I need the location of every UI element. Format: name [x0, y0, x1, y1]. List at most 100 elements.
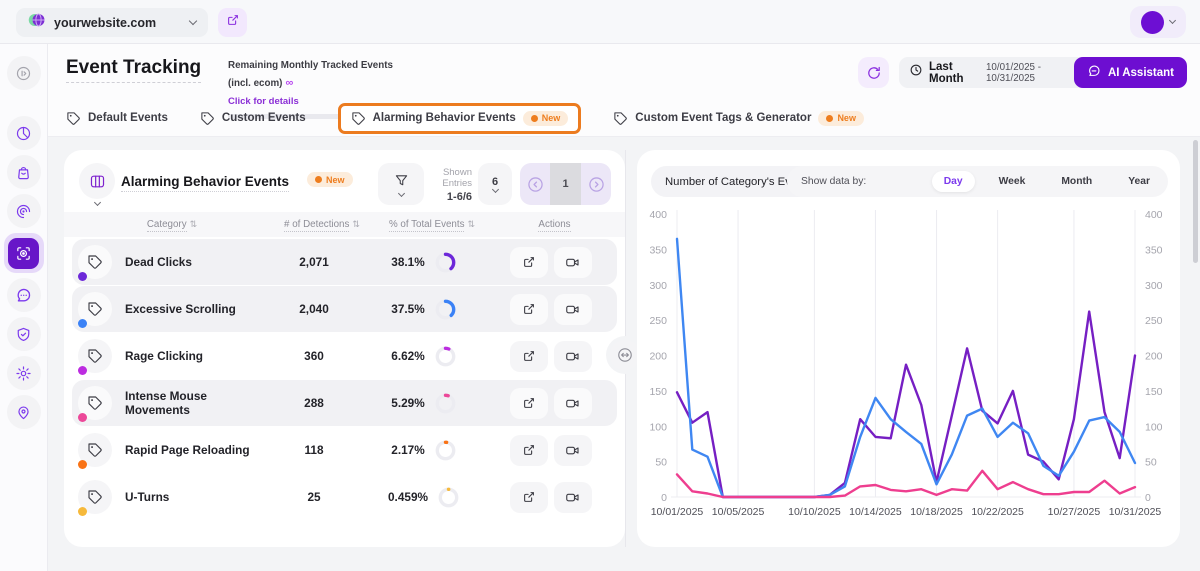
tab-label: Custom Events [222, 112, 306, 124]
tag-icon [200, 111, 215, 126]
page-size-selector[interactable]: 6 [478, 163, 512, 205]
watch-recordings-button[interactable] [554, 247, 592, 278]
watch-recordings-button[interactable] [554, 294, 592, 325]
detections-value: 25 [264, 490, 364, 504]
panel-view-switcher[interactable] [78, 163, 116, 207]
panel-title: Alarming Behavior Events [121, 174, 289, 192]
svg-text:300: 300 [649, 280, 667, 292]
open-events-button[interactable] [510, 435, 548, 466]
account-menu[interactable] [1130, 6, 1186, 38]
swirl-icon [15, 203, 32, 220]
category-color-dot [78, 460, 87, 469]
svg-text:200: 200 [1145, 351, 1163, 363]
sidebar-item-feedback[interactable] [7, 278, 41, 312]
tag-icon [351, 111, 366, 126]
detections-value: 360 [264, 349, 364, 363]
category-color-dot [78, 413, 87, 422]
open-events-button[interactable] [510, 294, 548, 325]
active-tab-highlight-box: Alarming Behavior EventsNew [338, 103, 582, 134]
sidebar-item-analytics[interactable] [7, 116, 41, 150]
percent-donut-icon [434, 392, 457, 415]
granularity-month[interactable]: Month [1049, 171, 1104, 192]
table-row-excessive-scrolling[interactable]: Excessive Scrolling 2,040 37.5% [72, 286, 617, 332]
site-selector[interactable]: yourwebsite.com [16, 8, 208, 37]
percent-value: 5.29% [391, 396, 424, 410]
svg-text:50: 50 [655, 457, 667, 469]
table-row-u-turns[interactable]: U-Turns 25 0.459% [72, 474, 617, 520]
series-intense-mouse-movements [677, 471, 1135, 497]
sidebar-item-event-tracking[interactable] [4, 233, 44, 273]
next-page-button[interactable] [581, 175, 611, 194]
tab-label: Default Events [88, 112, 168, 124]
granularity-year[interactable]: Year [1116, 171, 1162, 192]
granularity-week[interactable]: Week [987, 171, 1038, 192]
svg-text:10/10/2025: 10/10/2025 [788, 506, 841, 518]
svg-text:150: 150 [1145, 386, 1163, 398]
prev-page-button[interactable] [520, 175, 550, 194]
pie-icon [15, 125, 32, 142]
shown-entries: Shown Entries 1-6/6 [416, 167, 472, 203]
table-row-rapid-page-reloading[interactable]: Rapid Page Reloading 118 2.17% [72, 427, 617, 473]
sidebar-item-settings[interactable] [7, 356, 41, 390]
ai-assistant-button[interactable]: AI Assistant [1074, 57, 1187, 88]
detections-value: 2,040 [264, 302, 364, 316]
column-header-category[interactable]: Category⇅ [72, 219, 272, 230]
content-area: Alarming Behavior Events New Shown Entri… [48, 137, 1200, 571]
svg-text:100: 100 [649, 421, 667, 433]
table-row-rage-clicking[interactable]: Rage Clicking 360 6.62% [72, 333, 617, 379]
column-header--of-detections[interactable]: # of Detections⇅ [272, 219, 372, 230]
refresh-button[interactable] [858, 57, 889, 88]
column-header--of-total-events[interactable]: % of Total Events⇅ [372, 219, 492, 230]
page-title: Event Tracking [66, 57, 201, 83]
svg-text:10/14/2025: 10/14/2025 [849, 506, 902, 518]
chevron-down-icon [93, 199, 100, 206]
tag-icon [78, 245, 112, 279]
current-page[interactable]: 1 [550, 163, 581, 205]
period-label: Last Month [929, 61, 980, 85]
external-link-icon [226, 13, 240, 32]
percent-value: 0.459% [388, 490, 428, 504]
watch-recordings-button[interactable] [554, 482, 592, 513]
svg-text:400: 400 [649, 209, 667, 221]
tab-alarming-behavior-events[interactable]: Alarming Behavior EventsNew [351, 111, 569, 126]
scrollbar-thumb[interactable] [1193, 140, 1198, 263]
watch-recordings-button[interactable] [554, 341, 592, 372]
table-row-dead-clicks[interactable]: Dead Clicks 2,071 38.1% [72, 239, 617, 285]
date-range-selector[interactable]: Last Month 10/01/2025 - 10/31/2025 [899, 57, 1095, 88]
granularity-day[interactable]: Day [932, 171, 975, 192]
svg-text:300: 300 [1145, 280, 1163, 292]
tab-custom-events[interactable]: Custom Events [200, 111, 306, 126]
category-name: U-Turns [125, 490, 169, 504]
tag-icon [78, 480, 112, 514]
tag-icon [613, 111, 628, 126]
tab-default-events[interactable]: Default Events [66, 111, 168, 126]
bag-icon [15, 164, 32, 181]
percent-value: 6.62% [391, 349, 424, 363]
site-name: yourwebsite.com [54, 16, 156, 30]
category-color-dot [78, 507, 87, 516]
chat-icon [1087, 64, 1101, 81]
sidebar-item-recordings[interactable] [7, 194, 41, 228]
tab-custom-event-tags-generator[interactable]: Custom Event Tags & GeneratorNew [613, 111, 864, 126]
sidebar-item-collapse[interactable] [7, 56, 41, 90]
open-events-button[interactable] [510, 247, 548, 278]
watch-recordings-button[interactable] [554, 388, 592, 419]
watch-recordings-button[interactable] [554, 435, 592, 466]
badge-dot-icon [826, 115, 833, 122]
period-range: 10/01/2025 - 10/31/2025 [986, 62, 1075, 84]
category-name: Dead Clicks [125, 255, 192, 269]
percent-value: 37.5% [391, 302, 424, 316]
sidebar-item-privacy[interactable] [7, 317, 41, 351]
open-site-button[interactable] [218, 8, 247, 37]
ai-assistant-label: AI Assistant [1108, 67, 1174, 79]
remaining-events-label: Remaining Monthly Tracked Events (incl. … [228, 60, 393, 89]
open-events-button[interactable] [510, 341, 548, 372]
clock-icon [909, 63, 923, 82]
svg-text:200: 200 [649, 351, 667, 363]
table-row-intense-mouse-movements[interactable]: Intense Mouse Movements 288 5.29% [72, 380, 617, 426]
panel-resize-handle[interactable] [610, 340, 640, 370]
sidebar-item-visitor-location[interactable] [7, 395, 41, 429]
open-events-button[interactable] [510, 482, 548, 513]
open-events-button[interactable] [510, 388, 548, 419]
sidebar-item-ecommerce[interactable] [7, 155, 41, 189]
